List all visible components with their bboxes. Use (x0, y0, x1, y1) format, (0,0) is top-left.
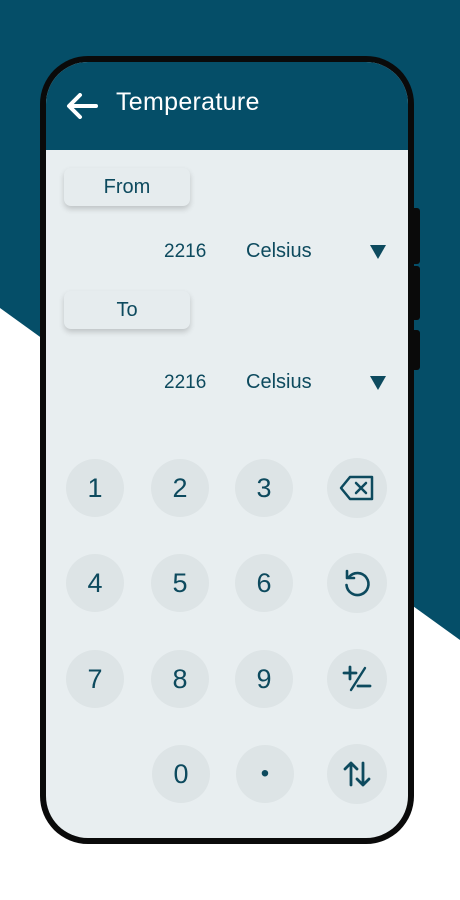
phone-side-button (412, 208, 420, 264)
from-value: 2216 (164, 241, 207, 262)
from-dropdown-caret-icon[interactable] (370, 245, 386, 259)
to-value: 2216 (164, 372, 207, 393)
key-0[interactable]: 0 (152, 745, 210, 803)
to-unit-select[interactable]: Celsius (246, 371, 312, 394)
key-1[interactable]: 1 (66, 459, 124, 517)
swap-icon (341, 759, 373, 789)
key-3[interactable]: 3 (235, 459, 293, 517)
backspace-button[interactable] (327, 458, 387, 518)
to-row: 2216 Celsius (46, 368, 408, 398)
phone-side-button (412, 266, 420, 320)
reset-button[interactable] (327, 553, 387, 613)
key-8[interactable]: 8 (151, 650, 209, 708)
app-screen: Temperature From 2216 Celsius To 2216 Ce… (46, 62, 408, 838)
plus-minus-icon (341, 664, 373, 694)
from-chip[interactable]: From (64, 168, 190, 206)
reset-icon (342, 568, 372, 598)
page-title: Temperature (116, 88, 260, 116)
backspace-icon (339, 475, 375, 501)
app-bar: Temperature (46, 62, 408, 150)
to-chip[interactable]: To (64, 291, 190, 329)
to-dropdown-caret-icon[interactable] (370, 376, 386, 390)
arrow-left-icon (66, 92, 98, 124)
plus-minus-button[interactable] (327, 649, 387, 709)
decimal-point-key[interactable]: • (236, 745, 294, 803)
key-4[interactable]: 4 (66, 554, 124, 612)
back-button[interactable] (64, 90, 100, 126)
phone-side-button (412, 330, 420, 370)
from-unit-select[interactable]: Celsius (246, 240, 312, 263)
swap-units-button[interactable] (327, 744, 387, 804)
from-row: 2216 Celsius (46, 237, 408, 267)
key-7[interactable]: 7 (66, 650, 124, 708)
key-6[interactable]: 6 (235, 554, 293, 612)
key-2[interactable]: 2 (151, 459, 209, 517)
key-9[interactable]: 9 (235, 650, 293, 708)
key-5[interactable]: 5 (151, 554, 209, 612)
